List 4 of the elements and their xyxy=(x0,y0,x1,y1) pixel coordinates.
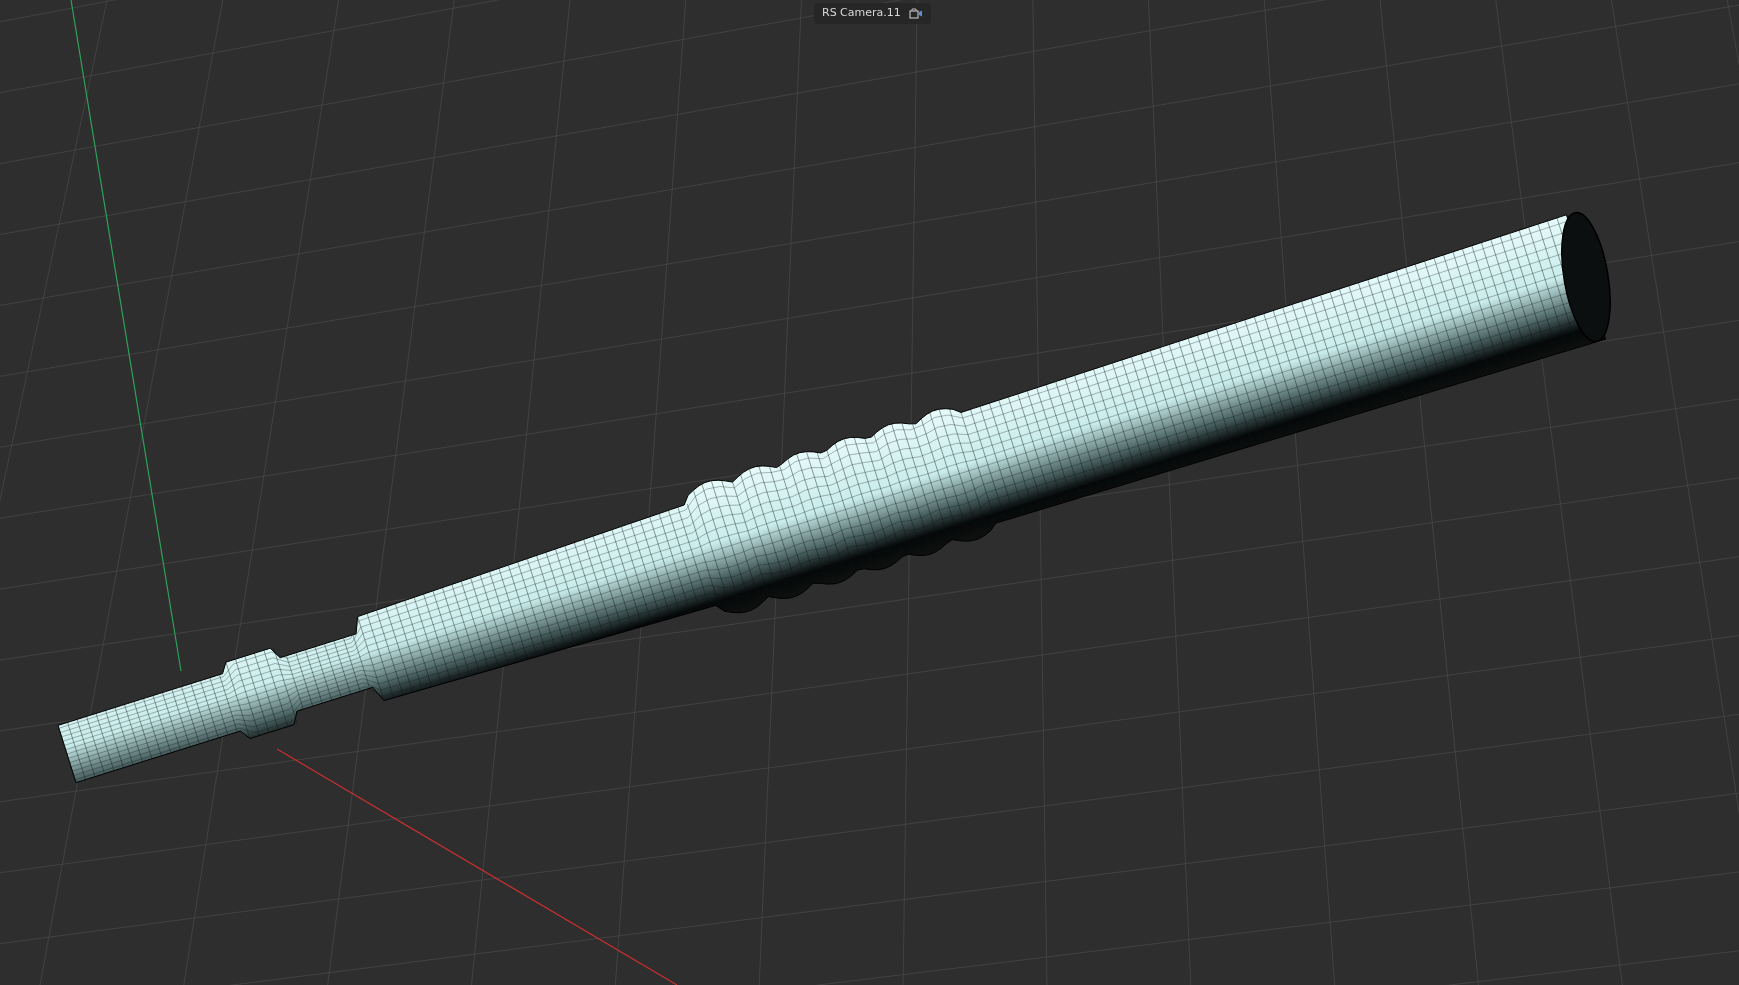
camera-label-bar[interactable]: RS Camera.11 xyxy=(814,3,931,24)
camera-icon xyxy=(908,7,923,19)
3d-viewport[interactable]: RS Camera.11 xyxy=(0,0,1739,985)
camera-name: RS Camera.11 xyxy=(822,5,901,21)
